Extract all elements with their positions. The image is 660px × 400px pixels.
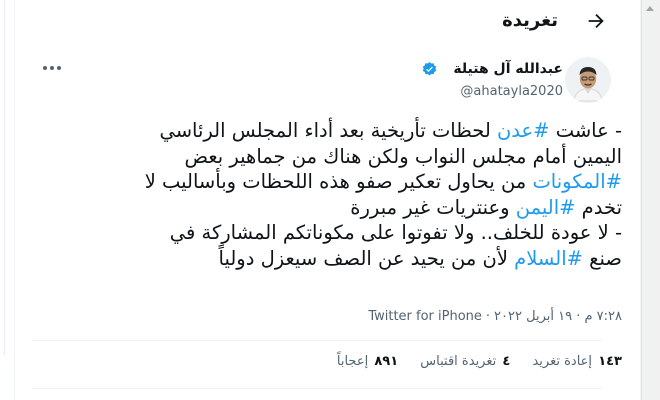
stat-label: إعجاباً [336,354,369,369]
tweet-text-segment: صنع [582,246,622,270]
meta-separator: · [485,309,491,324]
tweet-line: #المكونات من يحاول تعكير صفو هذه اللحظات… [52,169,622,195]
tweet-stats: ١٤٣ إعادة تغريد ٤ تغريدة اقتباس ٨٩١ إعجا… [319,354,622,369]
scrollbar[interactable] [641,0,660,400]
arrow-left-icon[interactable] [585,10,607,32]
divider [32,340,602,341]
divider [32,388,602,389]
page-title: تغريدة [502,10,558,31]
tweet-text-segment: اليمين أمام مجلس النواب ولكن هناك من جما… [184,144,622,168]
tweet-meta: ٧:٢٨ م · ١٩ أبريل ٢٠٢٢·Twitter for iPhon… [368,309,622,324]
stat-label: إعادة تغريد [532,354,593,369]
author-handle[interactable]: @ahatayla2020 [460,84,563,99]
tweet-text-segment: تخدم [575,195,622,219]
tweet-text: - عاشت #عدن لحظات تأريخية بعد أداء المجل… [52,118,622,271]
more-icon[interactable] [41,62,63,74]
hashtag-link[interactable]: #السلام [514,247,583,270]
stat-number: ٨٩١ [374,354,399,369]
tweet-text-segment: لأن من يحيد عن الصف سيعزل دولياً [218,246,515,270]
stat-number: ٤ [502,354,511,369]
tweet-line: تخدم #اليمن وعنتريات غير مبررة [52,195,622,221]
tweet-line: - لا عودة للخلف.. ولا تفوتوا على مكوناتك… [52,220,622,246]
tweet-timestamp[interactable]: ٧:٢٨ م · ١٩ أبريل ٢٠٢٢ [494,309,622,324]
stat-quotes[interactable]: ٤ تغريدة اقتباس [420,354,510,369]
tweet-line: - عاشت #عدن لحظات تأريخية بعد أداء المجل… [52,118,622,144]
hashtag-link[interactable]: #عدن [497,119,550,142]
tweet-text-segment: من يحاول تعكير صفو هذه اللحظات وبأساليب … [144,170,533,193]
stat-retweets[interactable]: ١٤٣ إعادة تغريد [532,354,622,369]
scroll-up-arrow[interactable] [646,6,654,11]
stat-label: تغريدة اقتباس [420,354,497,369]
page-header: تغريدة [15,0,639,44]
hashtag-link[interactable]: #المكونات [532,170,622,193]
tweet-text-segment: لحظات تأريخية بعد أداء المجلس الرئاسي [159,119,497,142]
tweet-text-segment: - لا عودة للخلف.. ولا تفوتوا على مكوناتك… [169,221,622,244]
hashtag-link[interactable]: #اليمن [516,196,576,219]
stat-likes[interactable]: ٨٩١ إعجاباً [337,354,398,369]
tweet-line: اليمين أمام مجلس النواب ولكن هناك من جما… [52,144,622,170]
tweet-line: صنع #السلام لأن من يحيد عن الصف سيعزل دو… [52,246,622,272]
verified-badge-icon [422,62,437,76]
left-nav-edge [0,0,5,355]
tweet-text-segment: - عاشت [549,119,622,142]
tweet-text-segment: وعنتريات غير مبررة [350,195,516,219]
avatar[interactable] [565,57,611,103]
author-name[interactable]: عبدالله آل هتيلة [453,61,563,77]
stat-number: ١٤٣ [598,354,622,369]
tweet-source[interactable]: Twitter for iPhone [368,309,482,324]
